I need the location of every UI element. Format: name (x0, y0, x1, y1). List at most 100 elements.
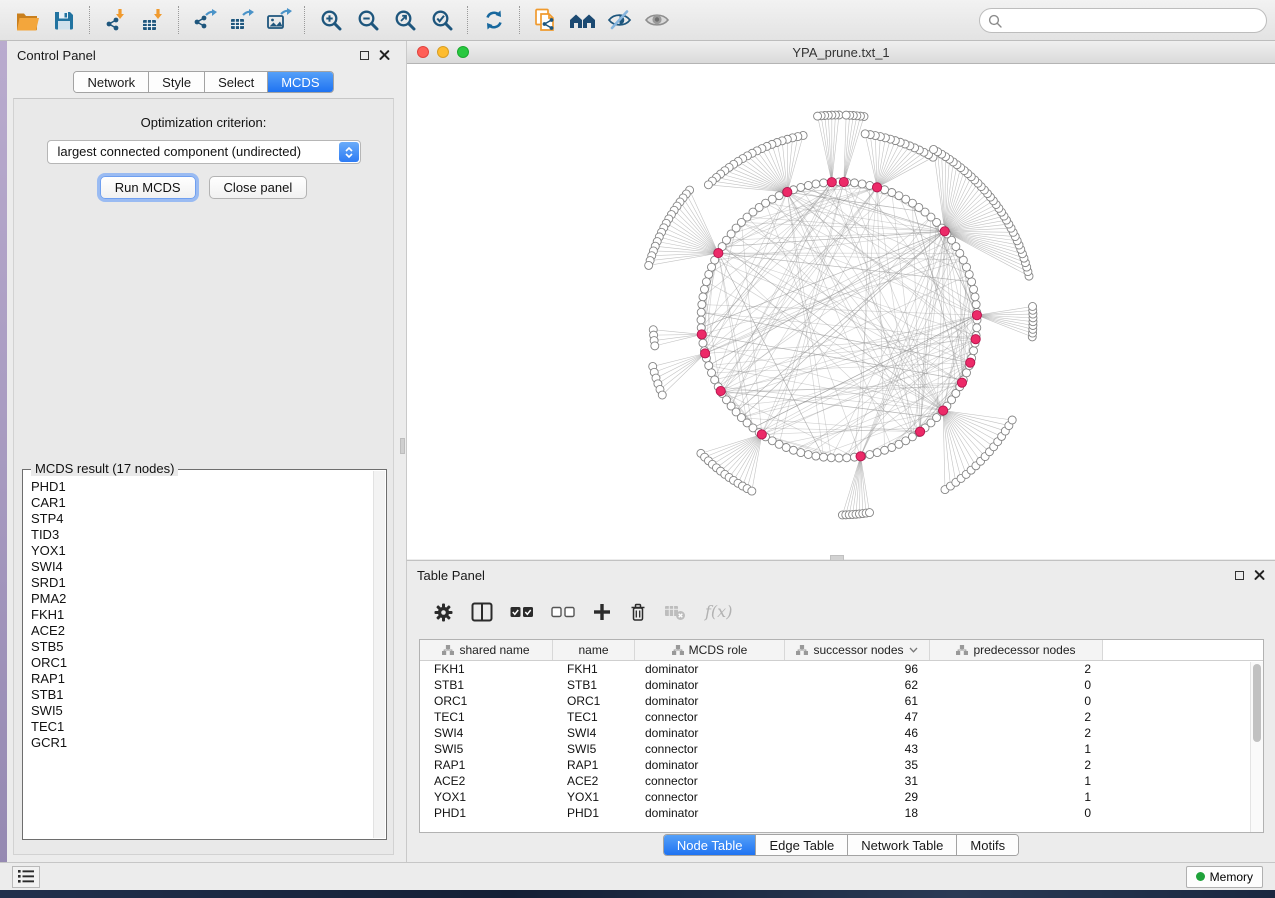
result-list-item[interactable]: SRD1 (31, 575, 373, 591)
result-list-item[interactable]: FKH1 (31, 607, 373, 623)
mcds-hub-node[interactable] (971, 335, 980, 344)
export-table-button[interactable] (223, 3, 260, 37)
tab-select[interactable]: Select (204, 72, 267, 92)
network-node[interactable] (866, 509, 874, 517)
graph-nodes[interactable] (645, 111, 1037, 519)
close-panel-button[interactable]: Close panel (209, 176, 308, 199)
save-session-button[interactable] (45, 3, 82, 37)
network-node[interactable] (698, 301, 706, 309)
add-row-button[interactable] (592, 602, 612, 622)
result-list-item[interactable]: SWI4 (31, 559, 373, 575)
mcds-hub-node[interactable] (714, 248, 723, 257)
memory-button[interactable]: Memory (1186, 866, 1263, 888)
table-row[interactable]: SWI4SWI4dominator462 (420, 725, 1263, 741)
network-node[interactable] (705, 270, 713, 278)
panel-menu-button[interactable] (12, 866, 40, 888)
network-node[interactable] (704, 181, 712, 189)
mcds-hub-node[interactable] (972, 311, 981, 320)
table-row[interactable]: FKH1FKH1dominator962 (420, 661, 1263, 677)
result-list-item[interactable]: YOX1 (31, 543, 373, 559)
show-all-button[interactable] (638, 3, 675, 37)
zoom-fit-button[interactable] (386, 3, 423, 37)
refresh-view-button[interactable] (475, 3, 512, 37)
network-node[interactable] (971, 293, 979, 301)
tab-network[interactable]: Network (74, 72, 148, 92)
mcds-hub-node[interactable] (940, 227, 949, 236)
result-list-item[interactable]: STB5 (31, 639, 373, 655)
mcds-hub-node[interactable] (716, 386, 725, 395)
result-list-item[interactable]: STP4 (31, 511, 373, 527)
network-node[interactable] (697, 316, 705, 324)
table-row[interactable]: ORC1ORC1dominator610 (420, 693, 1263, 709)
network-node[interactable] (930, 145, 938, 153)
criterion-dropdown[interactable]: largest connected component (undirected) (47, 140, 361, 164)
zoom-selected-button[interactable] (423, 3, 460, 37)
result-list-item[interactable]: ACE2 (31, 623, 373, 639)
result-list-item[interactable]: CAR1 (31, 495, 373, 511)
float-panel-icon[interactable] (360, 51, 369, 60)
network-node[interactable] (827, 454, 835, 462)
delete-row-button[interactable] (629, 602, 647, 623)
tab-edge-table[interactable]: Edge Table (755, 835, 847, 855)
network-node[interactable] (970, 347, 978, 355)
tab-motifs[interactable]: Motifs (956, 835, 1018, 855)
mcds-hub-node[interactable] (966, 358, 975, 367)
column-header-shared-name[interactable]: shared name (420, 640, 553, 660)
select-all-button[interactable] (510, 606, 534, 618)
network-node[interactable] (866, 451, 874, 459)
table-scrollbar-thumb[interactable] (1253, 664, 1261, 742)
open-file-button[interactable] (8, 3, 45, 37)
network-node[interactable] (812, 452, 820, 460)
close-table-panel-icon[interactable] (1254, 570, 1265, 581)
network-node[interactable] (699, 293, 707, 301)
network-node[interactable] (835, 454, 843, 462)
table-row[interactable]: YOX1YOX1connector291 (420, 789, 1263, 805)
network-node[interactable] (972, 301, 980, 309)
mcds-hub-node[interactable] (939, 406, 948, 415)
zoom-out-button[interactable] (349, 3, 386, 37)
network-node[interactable] (797, 449, 805, 457)
mcds-hub-node[interactable] (872, 183, 881, 192)
first-neighbors-button[interactable] (564, 3, 601, 37)
zoom-in-button[interactable] (312, 3, 349, 37)
mcds-hub-node[interactable] (957, 378, 966, 387)
mcds-hub-node[interactable] (839, 177, 848, 186)
result-list-item[interactable]: GCR1 (31, 735, 373, 751)
table-row[interactable]: TEC1TEC1connector472 (420, 709, 1263, 725)
table-row[interactable]: RAP1RAP1dominator352 (420, 757, 1263, 773)
network-node[interactable] (968, 278, 976, 286)
column-header-successor-nodes[interactable]: successor nodes (785, 640, 930, 660)
mcds-hub-node[interactable] (783, 187, 792, 196)
result-list-item[interactable]: SWI5 (31, 703, 373, 719)
table-row[interactable]: STB1STB1dominator620 (420, 677, 1263, 693)
network-node[interactable] (804, 181, 812, 189)
network-node[interactable] (861, 130, 869, 138)
result-list-item[interactable]: TID3 (31, 527, 373, 543)
network-node[interactable] (850, 179, 858, 187)
result-list-item[interactable]: PMA2 (31, 591, 373, 607)
network-node[interactable] (697, 308, 705, 316)
export-image-button[interactable] (260, 3, 297, 37)
network-canvas[interactable] (407, 64, 1275, 559)
result-list-item[interactable]: RAP1 (31, 671, 373, 687)
network-node[interactable] (748, 487, 756, 495)
mcds-hub-node[interactable] (700, 349, 709, 358)
network-node[interactable] (789, 446, 797, 454)
column-header-MCDS-role[interactable]: MCDS role (635, 640, 785, 660)
table-row[interactable]: PHD1PHD1dominator180 (420, 805, 1263, 821)
network-node[interactable] (973, 324, 981, 332)
network-node[interactable] (702, 278, 710, 286)
column-header-predecessor-nodes[interactable]: predecessor nodes (930, 640, 1103, 660)
mcds-hub-node[interactable] (856, 452, 865, 461)
result-list-item[interactable]: PHD1 (31, 479, 373, 495)
result-list-scrollbar[interactable] (373, 471, 385, 838)
mcds-hub-node[interactable] (697, 330, 706, 339)
tab-node-table[interactable]: Node Table (664, 835, 756, 855)
network-node[interactable] (842, 111, 850, 119)
table-scrollbar[interactable] (1250, 662, 1263, 832)
mcds-hub-node[interactable] (757, 430, 766, 439)
network-node[interactable] (658, 391, 666, 399)
network-node[interactable] (699, 339, 707, 347)
network-node[interactable] (858, 180, 866, 188)
vertical-splitter-handle[interactable] (400, 438, 405, 454)
